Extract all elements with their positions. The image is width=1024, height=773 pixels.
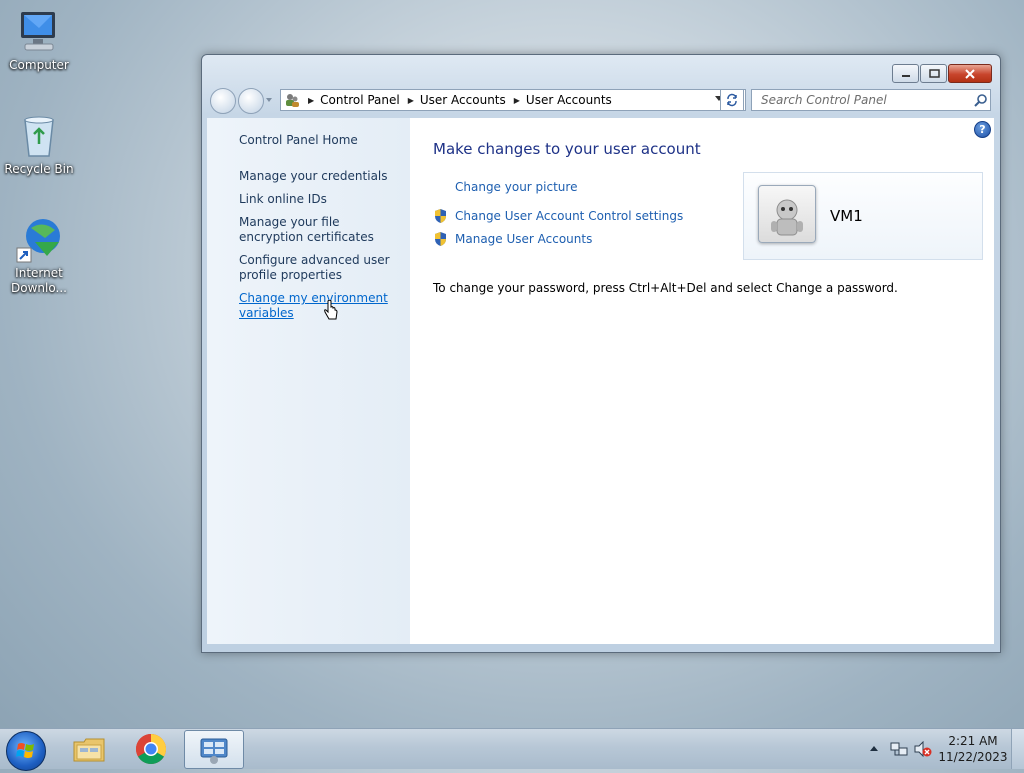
desktop-icon-label: Computer [9,58,69,72]
recycle-bin-icon [15,112,63,160]
search-box[interactable] [751,89,991,111]
show-hidden-icons-button[interactable] [870,746,878,751]
taskbar-file-explorer[interactable] [60,730,118,767]
search-input[interactable] [759,92,968,108]
breadcrumb-user-accounts-current[interactable]: User Accounts [526,93,612,107]
desktop-icon-label: Recycle Bin [4,162,74,176]
change-environment-variables-link[interactable]: Change my environment variables [239,291,404,321]
change-uac-settings-link[interactable]: Change User Account Control settings [455,209,683,223]
manage-user-accounts-link[interactable]: Manage User Accounts [455,232,592,246]
windows-logo-icon [16,743,34,758]
close-icon [965,68,975,79]
help-button[interactable]: ? [974,121,991,138]
avatar[interactable] [758,185,816,243]
user-account-tile: VM1 [743,172,983,260]
internet-download-manager-icon [15,216,63,264]
maximize-button[interactable] [920,64,947,83]
address-divider [744,90,745,108]
breadcrumb-separator-icon[interactable]: ▶ [514,96,520,105]
taskbar-chrome[interactable] [122,730,180,767]
link-online-ids-link[interactable]: Link online IDs [239,192,404,207]
user-name: VM1 [830,207,863,225]
speaker-muted-icon[interactable] [914,741,932,757]
manage-file-encryption-certificates-link[interactable]: Manage your file encryption certificates [239,215,404,245]
password-change-note: To change your password, press Ctrl+Alt+… [433,281,898,295]
folder-icon [73,738,105,761]
left-navigation-pane: Control Panel Home Manage your credentia… [207,118,410,644]
taskbar-control-panel[interactable] [184,730,244,769]
desktop-icon-label: Internet Downlo... [11,266,67,295]
recent-pages-dropdown-icon[interactable] [266,98,272,102]
chrome-icon [135,733,167,764]
breadcrumb-user-accounts[interactable]: User Accounts [420,93,506,107]
refresh-icon [727,93,737,107]
configure-advanced-user-profile-link[interactable]: Configure advanced user profile properti… [239,253,404,283]
manage-credentials-link[interactable]: Manage your credentials [239,169,404,184]
taskbar: 2:21 AM 11/22/2023 [0,728,1024,771]
user-accounts-icon [286,94,299,107]
control-panel-window[interactable]: ▶ Control Panel ▶ User Accounts ▶ User A… [201,54,1001,653]
breadcrumb-separator-icon[interactable]: ▶ [408,96,414,105]
search-icon[interactable] [974,93,988,107]
breadcrumb-control-panel[interactable]: Control Panel [320,93,400,107]
hand-cursor-icon [324,300,338,320]
clock-date: 11/22/2023 [938,750,1008,764]
clock[interactable]: 2:21 AM 11/22/2023 [936,733,1010,765]
window-controls [892,64,992,83]
address-bar[interactable]: ▶ Control Panel ▶ User Accounts ▶ User A… [280,89,746,111]
show-desktop-button[interactable] [1011,729,1024,769]
change-picture-link[interactable]: Change your picture [455,180,577,194]
desktop-icon-recycle-bin[interactable]: Recycle Bin [1,112,77,177]
desktop-icon-computer[interactable]: Computer [1,8,77,73]
uac-shield-icon [435,232,446,246]
close-button[interactable] [948,64,992,83]
computer-icon [15,8,63,56]
navigation-bar: ▶ Control Panel ▶ User Accounts ▶ User A… [210,88,993,114]
minimize-button[interactable] [892,64,919,83]
breadcrumb-separator-icon[interactable]: ▶ [308,96,314,105]
back-button[interactable] [210,88,236,114]
control-panel-home-link[interactable]: Control Panel Home [239,133,404,148]
robot-avatar-icon [771,199,803,236]
minimize-icon [901,74,910,77]
forward-button[interactable] [238,88,264,114]
network-icon[interactable] [890,741,908,757]
window-content: Control Panel Home Manage your credentia… [207,118,994,644]
start-button[interactable] [6,731,46,771]
clock-time: 2:21 AM [948,734,998,748]
refresh-button[interactable] [720,89,744,111]
control-panel-icon [200,738,228,764]
page-title: Make changes to your user account [433,140,701,158]
restore-icon [928,68,940,78]
uac-shield-icon [435,209,446,223]
desktop-icon-internet-download-manager[interactable]: Internet Downlo... [1,216,77,296]
